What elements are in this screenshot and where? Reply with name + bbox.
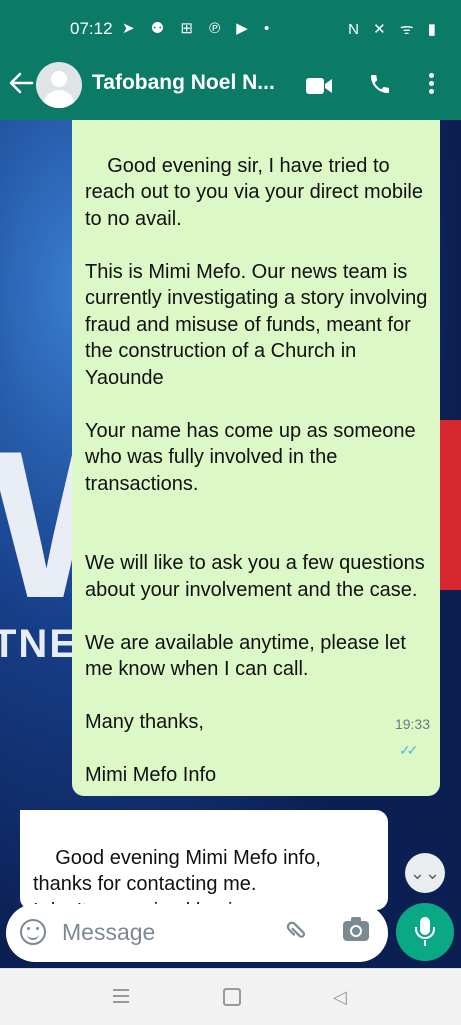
recent-apps-icon[interactable] <box>113 989 129 1007</box>
status-time: 07:12 <box>70 19 113 38</box>
status-bar: 07:12 ➤ ⚉ ⊞ ℗ ▶ • N ✕ ᯤ ▮ <box>0 0 461 58</box>
chat-area[interactable]: W TNE Good evening sir, I have tried to … <box>0 120 461 969</box>
back-arrow-icon[interactable] <box>8 70 34 101</box>
read-ticks-icon: ✓✓ <box>398 742 419 758</box>
attach-icon[interactable] <box>281 915 318 952</box>
video-call-icon[interactable] <box>305 76 333 101</box>
contact-name[interactable]: Tafobang Noel N... <box>92 71 287 95</box>
notification-icons: ➤ ⚉ ⊞ ℗ ▶ • <box>122 20 276 37</box>
outgoing-message-bubble[interactable]: Good evening sir, I have tried to reach … <box>72 120 440 796</box>
camera-icon[interactable] <box>343 917 369 941</box>
message-input[interactable]: Message <box>62 919 155 946</box>
phone-icon[interactable] <box>368 72 392 101</box>
message-time: 19:33 <box>394 715 430 732</box>
message-meta: 19:33 ✓✓ <box>372 684 430 790</box>
chat-header: Tafobang Noel N... <box>0 58 461 120</box>
mic-button[interactable] <box>396 903 454 961</box>
scroll-down-button[interactable]: ⌄⌄ <box>405 853 445 893</box>
incoming-message-bubble[interactable]: Good evening Mimi Mefo info, thanks for … <box>20 810 388 922</box>
wallpaper-red-block <box>438 420 461 590</box>
wallpaper-text: TNE <box>0 622 78 666</box>
message-composer[interactable]: Message <box>6 904 388 962</box>
home-icon[interactable] <box>223 988 241 1006</box>
emoji-icon[interactable] <box>20 919 46 945</box>
system-status-icons: N ✕ ᯤ ▮ <box>348 21 441 38</box>
avatar[interactable] <box>36 62 82 108</box>
system-navigation-bar: ◁ <box>0 968 461 1025</box>
more-menu-icon[interactable] <box>424 70 438 100</box>
back-nav-icon[interactable]: ◁ <box>333 987 347 1008</box>
